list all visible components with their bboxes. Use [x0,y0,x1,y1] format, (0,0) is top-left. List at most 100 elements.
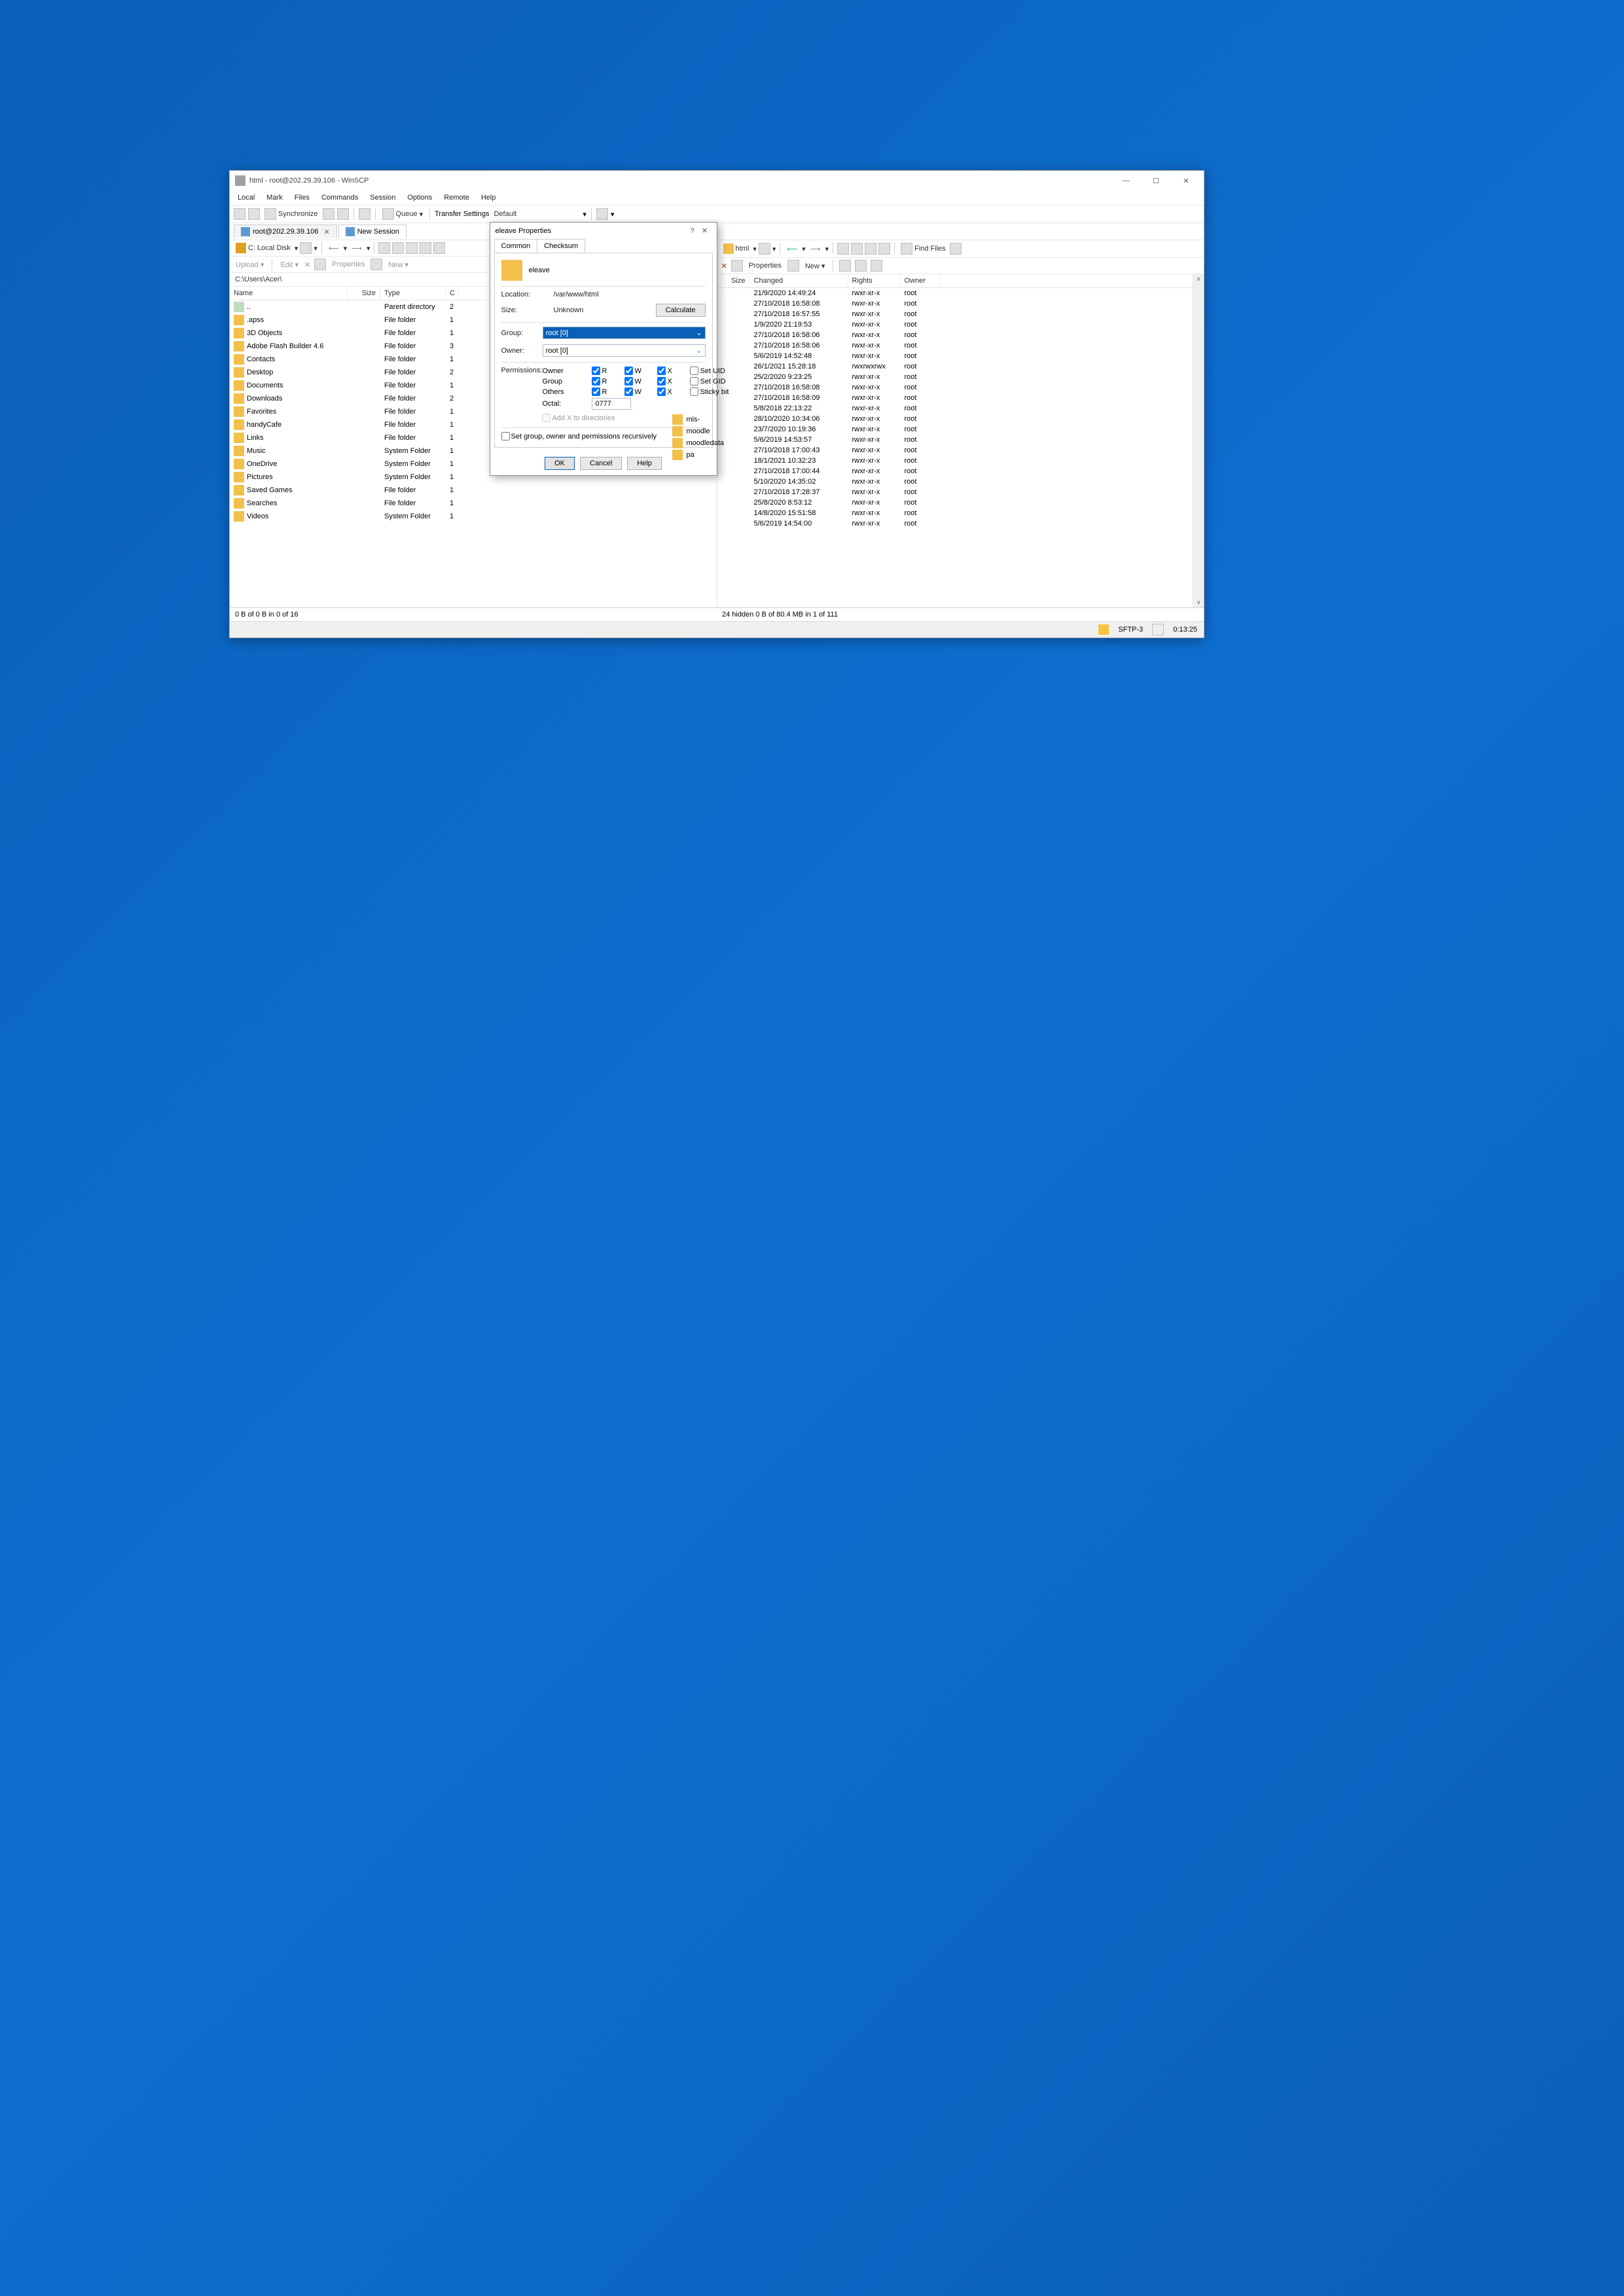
close-button[interactable]: ✕ [1171,171,1201,190]
menu-local[interactable]: Local [235,192,257,203]
setgid-checkbox[interactable]: Set GID [690,377,740,386]
list-item[interactable]: 26/1/2021 15:28:18rwxrwxrwxroot [717,361,1204,372]
back-button[interactable]: ⟵ [326,244,342,253]
menu-files[interactable]: Files [292,192,312,203]
col-changed-partial[interactable]: C [446,287,459,300]
root-dir-icon[interactable] [851,243,863,255]
list-item[interactable]: 28/10/2020 10:34:06rwxr-xr-xroot [717,414,1204,424]
bookmark-icon[interactable] [433,242,445,254]
group-x-checkbox[interactable]: X [657,377,686,386]
sync-browse-icon[interactable] [248,208,260,220]
parent-dir-icon[interactable] [378,242,390,254]
col-size[interactable]: Size [348,287,380,300]
list-item[interactable]: 25/8/2020 8:53:12rwxr-xr-xroot [717,497,1204,508]
list-item[interactable]: pa [670,449,746,461]
back-button[interactable]: ⟵ [784,245,800,253]
octal-input[interactable] [592,398,631,410]
col-owner[interactable]: Owner [901,274,940,287]
maximize-button[interactable]: ☐ [1141,171,1171,190]
others-w-checkbox[interactable]: W [624,387,653,396]
new-button[interactable]: New ▾ [386,260,410,269]
edit-button[interactable]: Edit ▾ [278,260,300,269]
group-combo[interactable]: root [0]⌄ [543,327,706,339]
synchronize-button[interactable]: Synchronize [262,207,320,221]
list-item[interactable]: 27/10/2018 16:58:09rwxr-xr-xroot [717,393,1204,403]
forward-button[interactable]: ⟶ [808,245,823,253]
home-icon[interactable] [406,242,418,254]
lock-icon[interactable] [1098,624,1109,635]
new-folder-icon[interactable] [370,259,382,270]
list-item[interactable]: 14/8/2020 15:51:58rwxr-xr-xroot [717,508,1204,518]
menu-session[interactable]: Session [367,192,398,203]
filter-icon[interactable] [759,243,770,255]
scrollbar[interactable] [1193,274,1204,607]
select-all-icon[interactable] [871,260,882,272]
col-rights[interactable]: Rights [848,274,901,287]
session-tab-active[interactable]: root@202.29.39.106✕ [234,224,337,238]
refresh-icon[interactable] [878,243,890,255]
transfer-profile-dropdown[interactable]: Default [492,209,518,219]
root-dir-icon[interactable] [392,242,404,254]
list-item[interactable]: 27/10/2018 16:58:08rwxr-xr-xroot [717,382,1204,393]
menu-options[interactable]: Options [405,192,435,203]
owner-r-checkbox[interactable]: R [592,367,621,375]
list-item[interactable]: 5/8/2018 22:13:22rwxr-xr-xroot [717,403,1204,414]
minimize-button[interactable]: — [1111,171,1141,190]
delete-button[interactable]: ✕ [304,260,310,269]
delete-button[interactable]: ✕ [721,262,727,270]
remote-file-list[interactable]: Size Changed Rights Owner 21/9/2020 14:4… [717,274,1204,607]
list-item[interactable]: mis- [670,414,746,425]
remote-drive-selector[interactable]: html [721,243,751,255]
properties-button[interactable]: Properties [747,262,784,270]
help-button[interactable]: Help [627,457,662,470]
menu-commands[interactable]: Commands [319,192,361,203]
group-w-checkbox[interactable]: W [624,377,653,386]
list-item[interactable]: 27/10/2018 17:00:43rwxr-xr-xroot [717,445,1204,456]
list-item[interactable]: 27/10/2018 17:00:44rwxr-xr-xroot [717,466,1204,476]
terminal-icon[interactable] [359,208,370,220]
list-item[interactable]: 27/10/2018 16:57:55rwxr-xr-xroot [717,309,1204,319]
list-item[interactable]: 27/10/2018 17:28:37rwxr-xr-xroot [717,487,1204,497]
menu-mark[interactable]: Mark [264,192,285,203]
calculate-button[interactable]: Calculate [656,304,706,317]
list-item[interactable]: 23/7/2020 10:19:36rwxr-xr-xroot [717,424,1204,435]
list-item[interactable]: 27/10/2018 16:58:08rwxr-xr-xroot [717,298,1204,309]
list-item[interactable]: Saved GamesFile folder1 [230,484,717,497]
tab-checksum[interactable]: Checksum [537,239,585,253]
list-item[interactable]: 27/10/2018 16:58:06rwxr-xr-xroot [717,330,1204,340]
settings-icon[interactable] [596,208,608,220]
owner-combo[interactable]: root [0]⌄ [543,344,706,357]
close-tab-icon[interactable]: ✕ [323,228,329,236]
menu-remote[interactable]: Remote [441,192,472,203]
local-drive-selector[interactable]: C: Local Disk [234,242,293,254]
list-item[interactable]: SearchesFile folder1 [230,497,717,510]
compare-icon[interactable] [323,208,334,220]
new-button[interactable]: New ▾ [803,262,827,270]
owner-x-checkbox[interactable]: X [657,367,686,375]
others-x-checkbox[interactable]: X [657,387,686,396]
rename-icon[interactable] [731,260,743,272]
others-r-checkbox[interactable]: R [592,387,621,396]
upload-button[interactable]: Upload ▾ [234,260,266,269]
list-item[interactable]: 1/9/2020 21:19:53rwxr-xr-xroot [717,319,1204,330]
list-item[interactable]: 5/10/2020 14:35:02rwxr-xr-xroot [717,476,1204,487]
dialog-close-icon[interactable]: ✕ [698,226,712,235]
address-icon[interactable] [234,208,245,220]
new-folder-icon[interactable] [787,260,799,272]
stop-icon[interactable] [337,208,349,220]
list-item[interactable]: 5/6/2019 14:53:57rwxr-xr-xroot [717,435,1204,445]
list-item[interactable]: 27/10/2018 16:58:06rwxr-xr-xroot [717,340,1204,351]
list-item[interactable]: 5/6/2019 14:54:00rwxr-xr-xroot [717,518,1204,529]
bookmark-icon[interactable] [950,243,962,255]
list-item[interactable]: moodle [670,425,746,437]
list-item[interactable]: 18/1/2021 10:32:23rwxr-xr-xroot [717,456,1204,466]
col-changed[interactable]: Changed [750,274,848,287]
cancel-button[interactable]: Cancel [580,457,622,470]
plus-icon[interactable] [839,260,851,272]
new-session-tab[interactable]: New Session [338,224,406,238]
minus-icon[interactable] [855,260,867,272]
properties-button[interactable]: Properties [330,260,367,268]
queue-button[interactable]: Queue ▾ [380,207,425,221]
list-item[interactable]: 25/2/2020 9:23:25rwxr-xr-xroot [717,372,1204,382]
list-item[interactable]: 21/9/2020 14:49:24rwxr-xr-xroot [717,288,1204,298]
